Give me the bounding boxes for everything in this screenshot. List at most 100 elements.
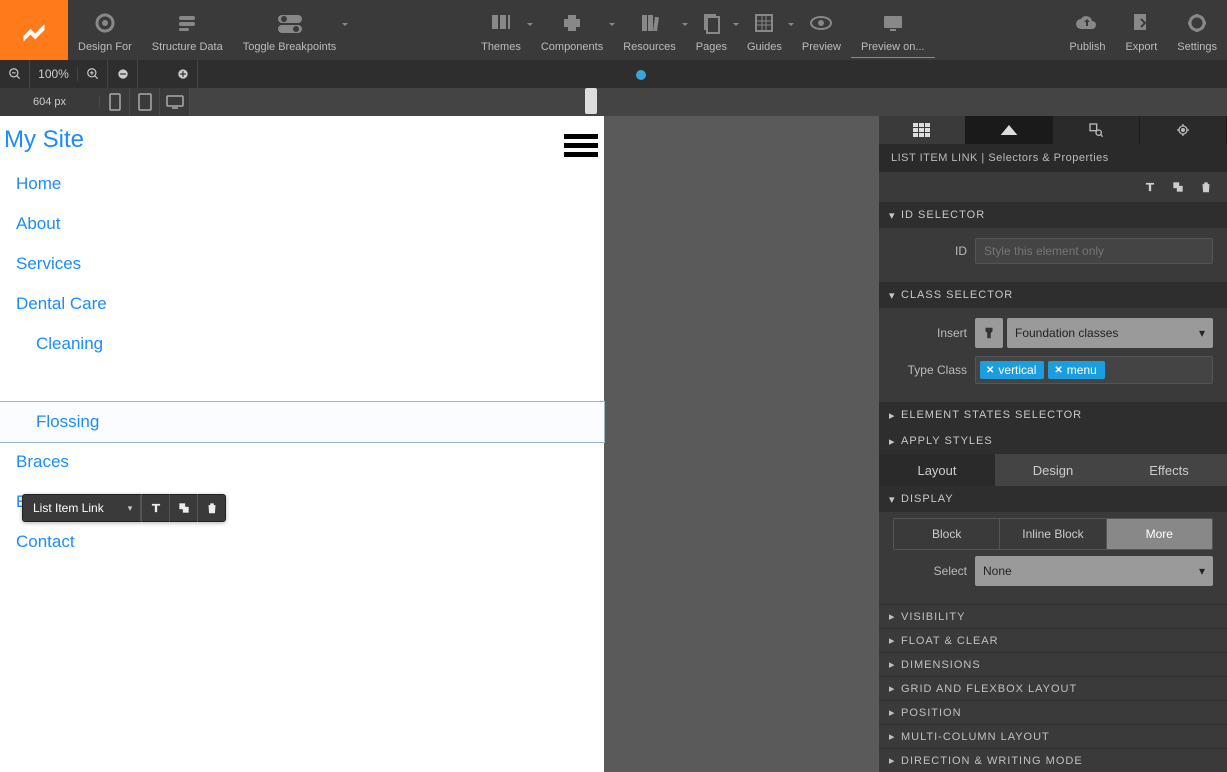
export-icon bbox=[1129, 11, 1153, 35]
inspector-tab-settings[interactable] bbox=[1140, 116, 1227, 144]
structure-data-button[interactable]: Structure Data bbox=[142, 3, 233, 57]
breakpoint-ruler[interactable] bbox=[198, 60, 1227, 88]
design-for-button[interactable]: Design For bbox=[68, 3, 142, 57]
monitor-icon bbox=[881, 11, 905, 35]
nav-dental-care[interactable]: Dental Care bbox=[0, 284, 604, 324]
selected-element[interactable]: Flossing bbox=[0, 402, 604, 442]
mini-duplicate-button[interactable] bbox=[169, 494, 197, 522]
accord-position[interactable]: ▸POSITION bbox=[879, 700, 1227, 724]
chip-vertical[interactable]: ✕vertical bbox=[980, 361, 1044, 379]
id-selector-label: ID SELECTOR bbox=[901, 209, 985, 221]
app-logo[interactable] bbox=[0, 0, 68, 60]
accord-float[interactable]: ▸FLOAT & CLEAR bbox=[879, 628, 1227, 652]
pages-label: Pages bbox=[696, 41, 727, 53]
foundation-value: Foundation classes bbox=[1015, 326, 1118, 340]
inspector-tabs bbox=[879, 116, 1227, 144]
section-id-selector[interactable]: ▾ID SELECTOR bbox=[879, 202, 1227, 228]
zoom-fit-in-button[interactable] bbox=[168, 60, 198, 88]
zoom-bar: 100% bbox=[0, 60, 1227, 88]
nav-braces[interactable]: Braces bbox=[0, 442, 604, 482]
text-style-icon[interactable] bbox=[1143, 180, 1157, 194]
breakpoint-marker[interactable] bbox=[636, 70, 646, 80]
accord-dimensions[interactable]: ▸DIMENSIONS bbox=[879, 652, 1227, 676]
preview-on-button[interactable]: Preview on... bbox=[851, 3, 935, 58]
apply-styles-label: APPLY STYLES bbox=[901, 435, 993, 447]
settings-button[interactable]: Settings bbox=[1167, 3, 1227, 57]
mini-delete-button[interactable] bbox=[197, 494, 225, 522]
device-tablet-button[interactable] bbox=[130, 88, 160, 116]
zoom-fit-out-button[interactable] bbox=[108, 60, 138, 88]
toggle-breakpoints-button[interactable]: Toggle Breakpoints bbox=[233, 3, 347, 57]
design-canvas[interactable]: My Site Home About Services Dental Care … bbox=[0, 116, 604, 772]
foundation-classes-select[interactable]: Foundation classes▾ bbox=[1007, 318, 1213, 348]
publish-button[interactable]: Publish bbox=[1059, 3, 1115, 57]
tab-layout[interactable]: Layout bbox=[879, 454, 995, 486]
id-input[interactable] bbox=[975, 238, 1213, 264]
themes-label: Themes bbox=[481, 41, 521, 53]
resources-button[interactable]: Resources bbox=[613, 3, 686, 57]
puzzle-icon bbox=[560, 11, 584, 35]
inspector-tab-grid[interactable] bbox=[879, 116, 966, 144]
design-for-label: Design For bbox=[78, 41, 132, 53]
type-class-chips[interactable]: ✕vertical ✕menu bbox=[975, 356, 1213, 384]
main-area: My Site Home About Services Dental Care … bbox=[0, 116, 1227, 772]
structure-data-label: Structure Data bbox=[152, 41, 223, 53]
guides-button[interactable]: Guides bbox=[737, 3, 792, 57]
accord-visibility[interactable]: ▸VISIBILITY bbox=[879, 604, 1227, 628]
preview-button[interactable]: Preview bbox=[792, 3, 851, 57]
chip-menu[interactable]: ✕menu bbox=[1048, 361, 1104, 379]
pages-button[interactable]: Pages bbox=[686, 3, 737, 57]
accord-grid-flex[interactable]: ▸GRID AND FLEXBOX LAYOUT bbox=[879, 676, 1227, 700]
themes-button[interactable]: Themes bbox=[471, 3, 531, 57]
hamburger-icon[interactable] bbox=[564, 134, 598, 157]
width-ruler[interactable] bbox=[190, 88, 1227, 116]
site-title[interactable]: My Site bbox=[0, 116, 604, 164]
zoom-out-button[interactable] bbox=[0, 60, 30, 88]
mini-edit-text-button[interactable] bbox=[141, 494, 169, 522]
nav-services[interactable]: Services bbox=[0, 244, 604, 284]
display-block[interactable]: Block bbox=[894, 519, 999, 549]
device-desktop-button[interactable] bbox=[160, 88, 190, 116]
nav-sub: Cleaning Flossing bbox=[0, 324, 604, 442]
accord-direction[interactable]: ▸DIRECTION & WRITING MODE bbox=[879, 748, 1227, 772]
tab-design[interactable]: Design bbox=[995, 454, 1111, 486]
nav-home[interactable]: Home bbox=[0, 164, 604, 204]
insert-stamp-button[interactable] bbox=[975, 318, 1003, 348]
type-class-label: Type Class bbox=[893, 363, 967, 377]
width-handle[interactable] bbox=[585, 88, 597, 114]
chip-remove-icon[interactable]: ✕ bbox=[1054, 365, 1062, 376]
pages-icon bbox=[699, 11, 723, 35]
trash-icon[interactable] bbox=[1199, 180, 1213, 194]
inspector-tab-inspect[interactable] bbox=[1053, 116, 1140, 144]
cloud-up-icon bbox=[1075, 11, 1099, 35]
duplicate-icon[interactable] bbox=[1171, 180, 1185, 194]
section-class-selector[interactable]: ▾CLASS SELECTOR bbox=[879, 282, 1227, 308]
chip-remove-icon[interactable]: ✕ bbox=[986, 365, 994, 376]
accord-multicol[interactable]: ▸MULTI-COLUMN LAYOUT bbox=[879, 724, 1227, 748]
section-apply-styles[interactable]: ▸APPLY STYLES bbox=[879, 428, 1227, 454]
inspector-tab-style[interactable] bbox=[966, 116, 1053, 144]
display-more[interactable]: More bbox=[1106, 519, 1212, 549]
nav-contact[interactable]: Contact bbox=[0, 522, 604, 562]
device-phone-button[interactable] bbox=[100, 88, 130, 116]
section-element-states[interactable]: ▸ELEMENT STATES SELECTOR bbox=[879, 402, 1227, 428]
section-display[interactable]: ▾DISPLAY bbox=[879, 486, 1227, 512]
main-toolbar: Design For Structure Data Toggle Breakpo… bbox=[0, 0, 1227, 60]
export-button[interactable]: Export bbox=[1115, 3, 1167, 57]
books-icon bbox=[638, 11, 662, 35]
nav-flossing[interactable]: Flossing bbox=[0, 402, 604, 442]
mini-toolbar-label[interactable]: List Item Link bbox=[23, 495, 141, 521]
toggle-icon bbox=[276, 11, 304, 35]
element-mini-toolbar[interactable]: List Item Link bbox=[22, 494, 226, 522]
nav-cleaning[interactable]: Cleaning bbox=[0, 324, 604, 364]
display-select[interactable]: None▾ bbox=[975, 556, 1213, 586]
components-button[interactable]: Components bbox=[531, 3, 613, 57]
tab-effects[interactable]: Effects bbox=[1111, 454, 1227, 486]
nav-about[interactable]: About bbox=[0, 204, 604, 244]
display-inline-block[interactable]: Inline Block bbox=[999, 519, 1105, 549]
preview-label: Preview bbox=[802, 41, 841, 53]
zoom-in-button[interactable] bbox=[78, 60, 108, 88]
eye-icon bbox=[809, 11, 833, 35]
display-label: DISPLAY bbox=[901, 493, 954, 505]
toolbar-left: Design For Structure Data Toggle Breakpo… bbox=[68, 3, 346, 57]
